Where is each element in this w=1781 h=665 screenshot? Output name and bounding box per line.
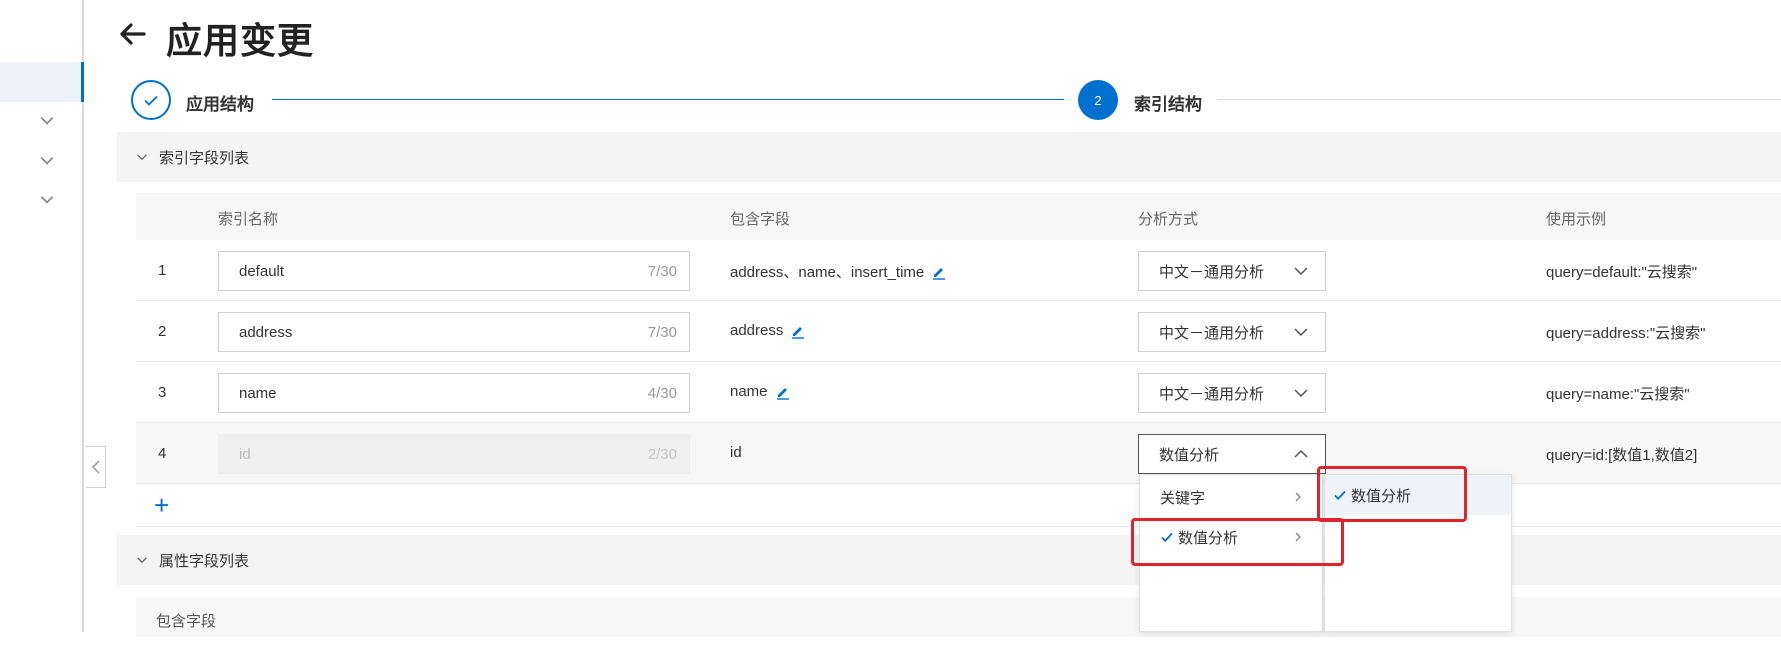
add-row: + bbox=[136, 484, 1781, 527]
index-name-value: id bbox=[239, 445, 251, 463]
char-counter: 7/30 bbox=[647, 262, 677, 280]
row-index: 4 bbox=[158, 445, 167, 462]
add-index-button[interactable]: + bbox=[154, 492, 169, 518]
back-arrow-icon[interactable] bbox=[116, 18, 148, 50]
fields-text: address bbox=[730, 322, 784, 339]
index-name-value: address bbox=[239, 323, 293, 341]
edit-pencil-icon[interactable] bbox=[790, 323, 806, 339]
step-1-label: 应用结构 bbox=[186, 95, 254, 114]
table-row: 2 address 7/30 address 中文－通用分析 query=add… bbox=[136, 301, 1781, 362]
char-counter: 7/30 bbox=[647, 323, 677, 341]
step-connector-complete bbox=[272, 99, 1064, 100]
usage-example: query=name:"云搜索" bbox=[1546, 386, 1690, 403]
table-row: 4 id 2/30 id 数值分析 query=id:[数值1,数值2] bbox=[136, 423, 1781, 484]
highlight-box bbox=[1317, 466, 1467, 522]
column-header-index-name: 索引名称 bbox=[218, 211, 279, 228]
usage-example: query=id:[数值1,数值2] bbox=[1546, 447, 1698, 464]
edit-pencil-icon[interactable] bbox=[775, 384, 791, 400]
fields-text: address、name、insert_time bbox=[730, 264, 925, 281]
analyzer-value: 中文－通用分析 bbox=[1159, 324, 1265, 342]
index-name-value: name bbox=[239, 384, 277, 402]
included-fields: name bbox=[730, 383, 791, 400]
chevron-up-icon bbox=[1294, 449, 1308, 458]
char-counter: 4/30 bbox=[647, 384, 677, 402]
included-fields: address bbox=[730, 322, 806, 339]
chevron-down-icon bbox=[137, 154, 147, 161]
attr-section-title: 属性字段列表 bbox=[159, 552, 250, 570]
index-name-input-disabled: id 2/30 bbox=[218, 434, 690, 474]
included-fields: id bbox=[730, 444, 742, 461]
table-row: 3 name 4/30 name 中文－通用分析 query=name:"云搜索… bbox=[136, 362, 1781, 423]
row-index: 3 bbox=[158, 384, 167, 401]
column-header-fields: 包含字段 bbox=[156, 613, 217, 630]
usage-example: query=default:"云搜索" bbox=[1546, 264, 1698, 281]
index-name-input[interactable]: default 7/30 bbox=[218, 251, 690, 291]
analyzer-value: 数值分析 bbox=[1159, 446, 1220, 464]
usage-example: query=address:"云搜索" bbox=[1546, 325, 1706, 342]
row-index: 1 bbox=[158, 262, 167, 279]
chevron-down-icon bbox=[1294, 389, 1308, 398]
analyzer-select[interactable]: 中文－通用分析 bbox=[1138, 312, 1326, 352]
step-2-label: 索引结构 bbox=[1134, 95, 1202, 114]
fields-text: id bbox=[730, 444, 742, 461]
attr-section-header[interactable]: 属性字段列表 bbox=[117, 535, 1781, 585]
sidebar-active-item[interactable] bbox=[0, 62, 84, 102]
char-counter: 2/30 bbox=[647, 445, 677, 463]
fields-text: name bbox=[730, 383, 768, 400]
sidebar-collapse-toggle[interactable] bbox=[86, 446, 106, 488]
step-2-active-circle: 2 bbox=[1078, 80, 1118, 120]
analyzer-value: 中文－通用分析 bbox=[1159, 263, 1265, 281]
index-section-header[interactable]: 索引字段列表 bbox=[117, 132, 1781, 182]
chevron-down-icon bbox=[137, 557, 147, 564]
index-name-value: default bbox=[239, 262, 285, 280]
analyzer-select[interactable]: 中文－通用分析 bbox=[1138, 251, 1326, 291]
page-title: 应用变更 bbox=[166, 20, 315, 61]
analyzer-value: 中文－通用分析 bbox=[1159, 385, 1265, 403]
option-label: 关键字 bbox=[1160, 489, 1206, 507]
analyzer-select[interactable]: 中文－通用分析 bbox=[1138, 373, 1326, 413]
check-icon bbox=[144, 95, 158, 106]
edit-pencil-icon[interactable] bbox=[931, 264, 947, 280]
step-connector-pending bbox=[1218, 99, 1781, 100]
chevron-left-icon bbox=[91, 460, 100, 474]
included-fields: address、name、insert_time bbox=[730, 261, 947, 282]
chevron-down-icon[interactable] bbox=[38, 151, 56, 169]
attr-table-header: 包含字段 bbox=[136, 597, 1781, 637]
step-1-done-circle bbox=[131, 80, 171, 120]
column-header-analyzer: 分析方式 bbox=[1138, 211, 1199, 228]
index-name-input[interactable]: address 7/30 bbox=[218, 312, 690, 352]
index-section-title: 索引字段列表 bbox=[159, 149, 250, 167]
column-header-example: 使用示例 bbox=[1546, 211, 1607, 228]
index-name-input[interactable]: name 4/30 bbox=[218, 373, 690, 413]
column-header-fields: 包含字段 bbox=[730, 211, 791, 228]
chevron-down-icon bbox=[1294, 267, 1308, 276]
left-sidebar bbox=[0, 0, 84, 632]
chevron-down-icon[interactable] bbox=[38, 190, 56, 208]
chevron-right-icon bbox=[1295, 492, 1301, 502]
cascader-option-keyword[interactable]: 关键字 bbox=[1140, 477, 1322, 517]
chevron-down-icon[interactable] bbox=[38, 111, 56, 129]
table-row: 1 default 7/30 address、name、insert_time … bbox=[136, 240, 1781, 301]
analyzer-select-open[interactable]: 数值分析 bbox=[1138, 434, 1326, 474]
row-index: 2 bbox=[158, 323, 167, 340]
chevron-down-icon bbox=[1294, 328, 1308, 337]
index-table-header: 索引名称 包含字段 分析方式 使用示例 bbox=[136, 193, 1781, 240]
highlight-box bbox=[1131, 518, 1344, 566]
